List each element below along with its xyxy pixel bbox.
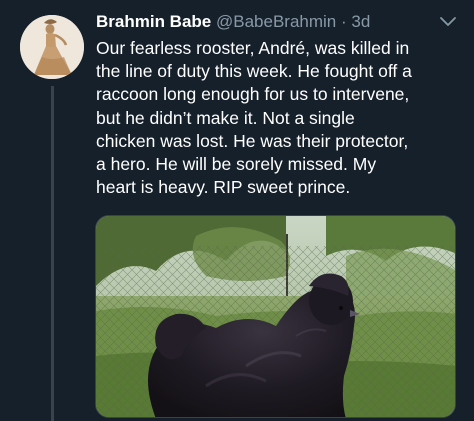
tweet-header: Brahmin Babe @BabeBrahmin · 3d <box>96 11 370 33</box>
tweet-media-photo[interactable] <box>95 215 456 418</box>
tweet-text: Our fearless rooster, André, was killed … <box>96 38 412 198</box>
tweet: Brahmin Babe @BabeBrahmin · 3d Our fearl… <box>0 0 474 421</box>
avatar[interactable] <box>20 15 84 79</box>
author-handle[interactable]: @BabeBrahmin <box>216 12 336 31</box>
separator-dot: · <box>340 12 347 31</box>
chevron-down-icon[interactable] <box>438 14 458 30</box>
avatar-image <box>20 15 84 79</box>
rooster-photo <box>96 216 455 417</box>
tweet-timestamp[interactable]: 3d <box>351 12 370 31</box>
thread-line <box>51 86 54 421</box>
author-display-name[interactable]: Brahmin Babe <box>96 12 211 31</box>
